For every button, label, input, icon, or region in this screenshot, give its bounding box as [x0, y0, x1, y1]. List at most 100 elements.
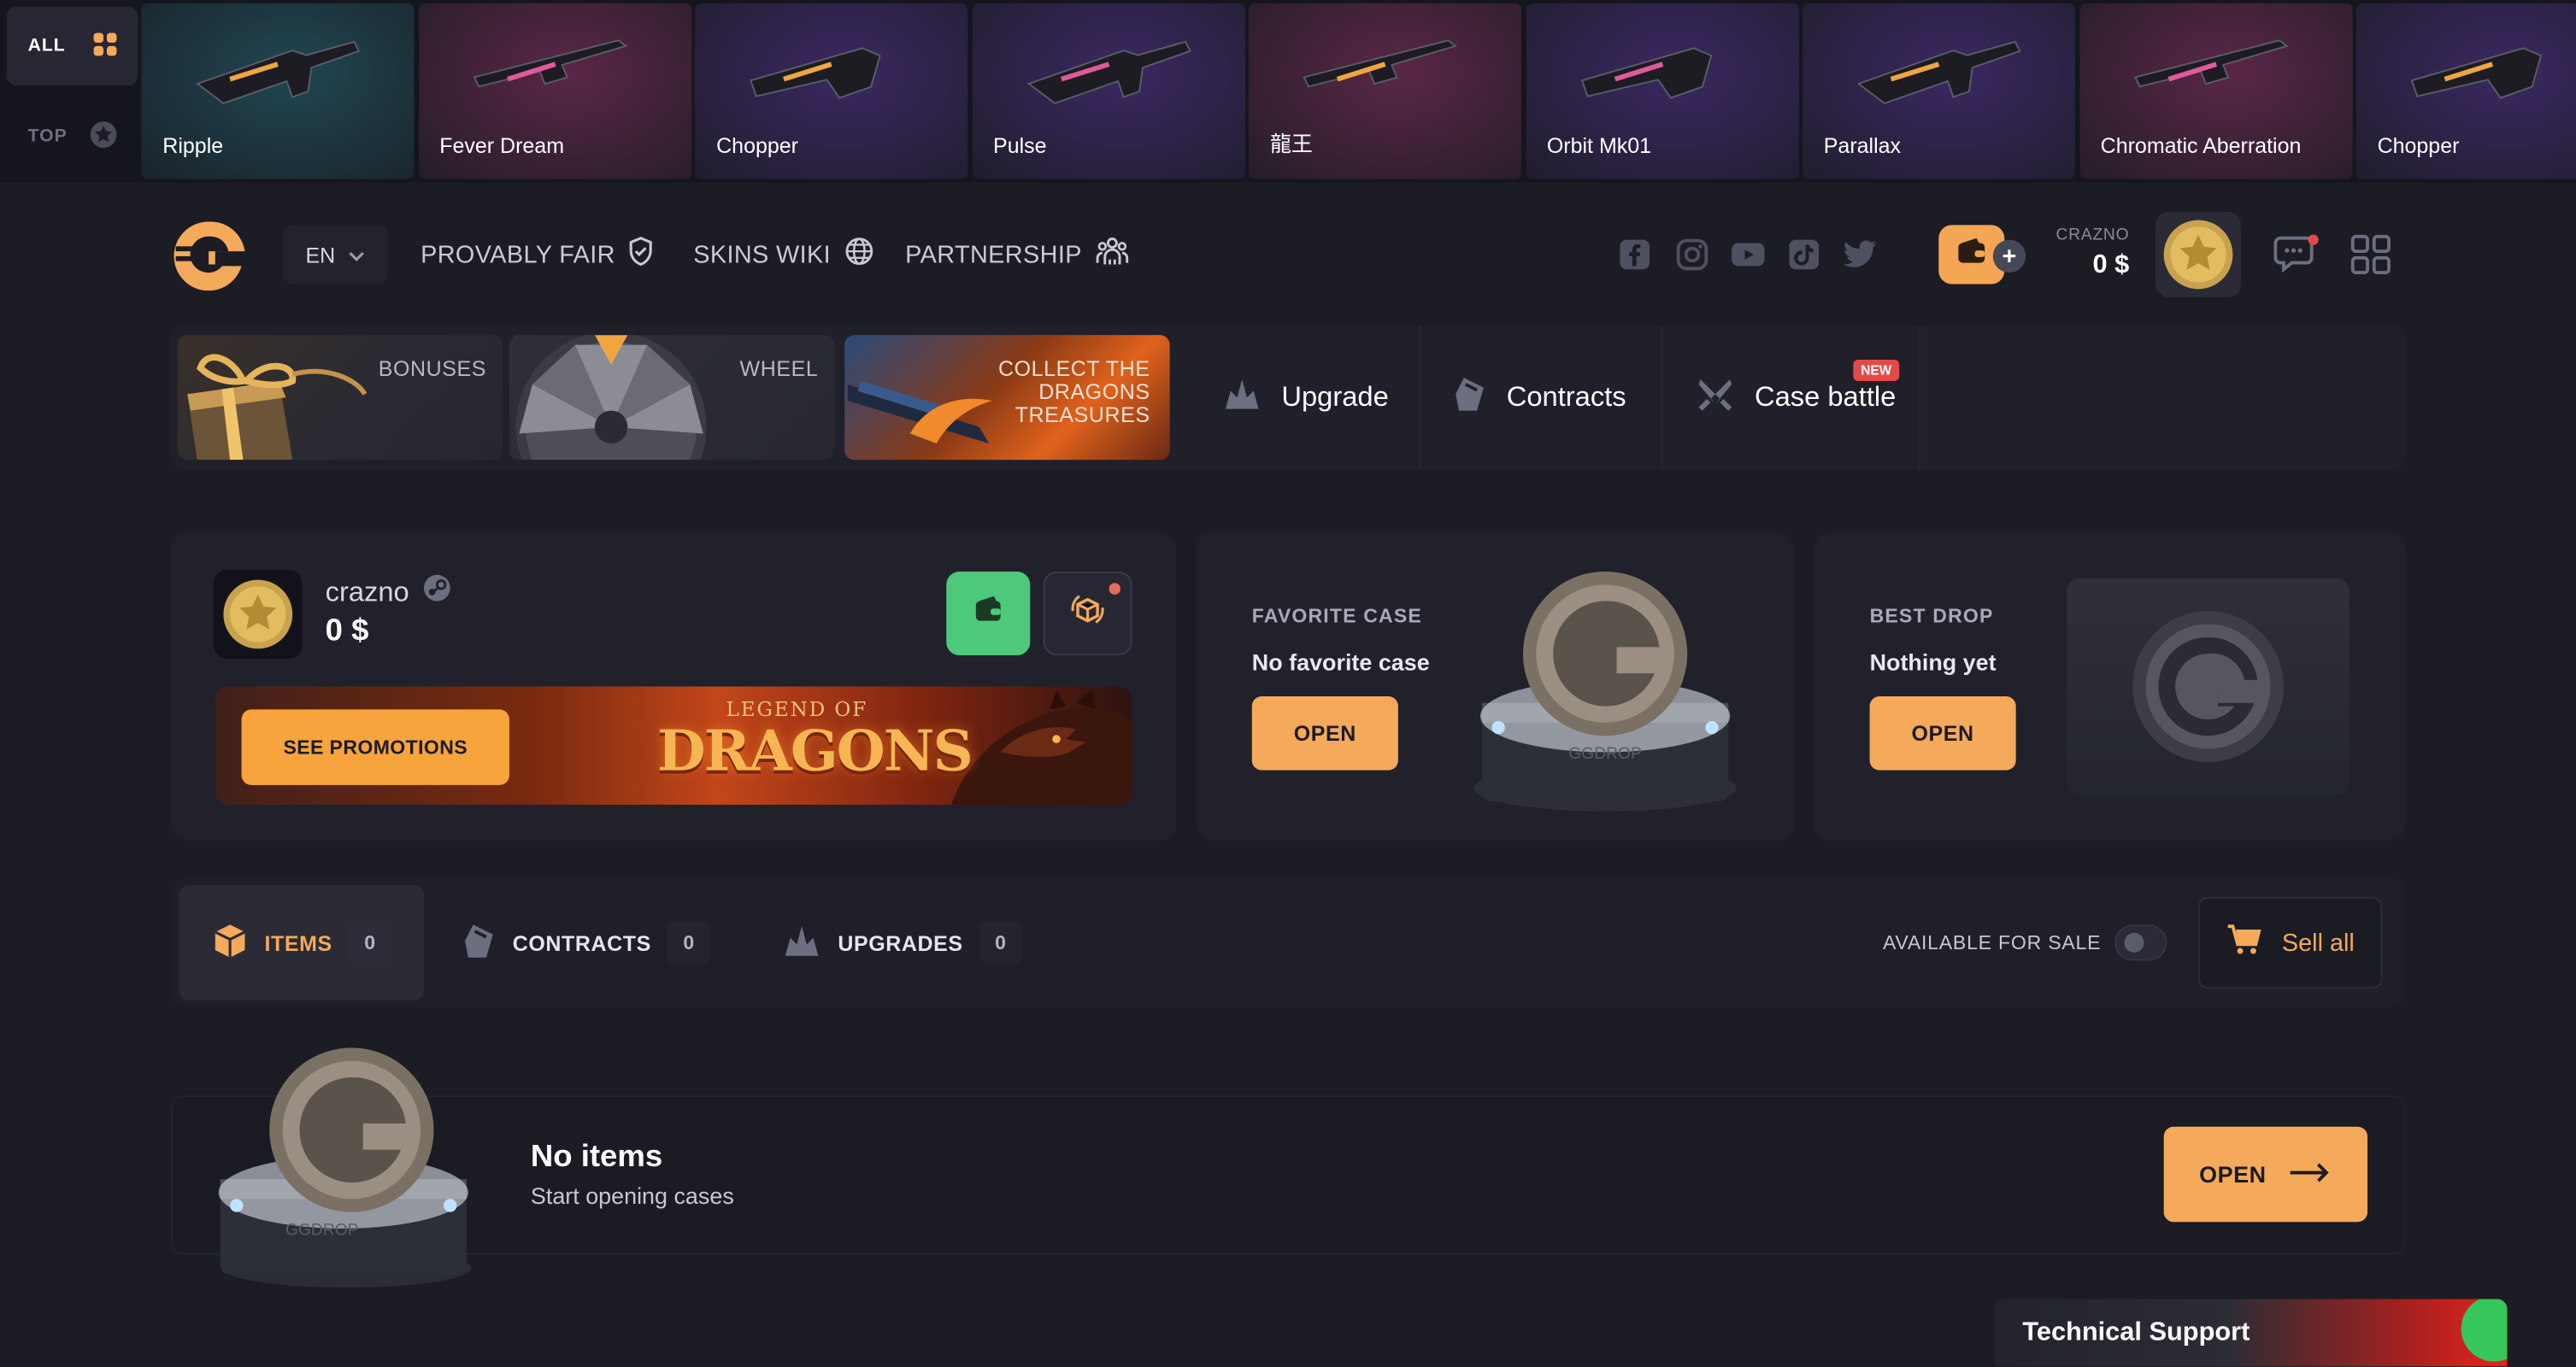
twitter-icon[interactable]: [1840, 235, 1879, 274]
weapon-image: [750, 47, 881, 99]
available-for-sale-toggle[interactable]: [2114, 924, 2167, 961]
nav-partnership-label: PARTNERSHIP: [905, 240, 1082, 269]
live-drop-label: Chromatic Aberration: [2100, 132, 2302, 158]
nav-partnership[interactable]: PARTNERSHIP: [905, 237, 1128, 273]
youtube-icon[interactable]: [1728, 235, 1767, 274]
avatar[interactable]: [2155, 211, 2242, 297]
facebook-icon[interactable]: [1615, 235, 1655, 274]
open-cases-button[interactable]: OPEN: [2163, 1126, 2368, 1223]
technical-support-label: Technical Support: [2022, 1317, 2250, 1346]
available-for-sale-label: AVAILABLE FOR SALE: [1882, 930, 2102, 954]
new-badge: NEW: [1853, 359, 1900, 381]
plus-icon: +: [2002, 242, 2017, 271]
technical-support-button[interactable]: Technical Support: [1994, 1299, 2508, 1367]
live-drop-label: 龍王: [1269, 131, 1313, 156]
open-cases-label: OPEN: [2199, 1161, 2267, 1188]
tab-items-label: ITEMS: [264, 930, 332, 955]
live-drop-item[interactable]: Ripple: [141, 3, 415, 179]
live-drop-label: Orbit Mk01: [1546, 132, 1652, 158]
promo-bonuses[interactable]: BONUSES: [177, 335, 503, 461]
upgrade-icon: [782, 922, 821, 963]
favorite-case-open-button[interactable]: OPEN: [1251, 696, 1398, 771]
mode-top-button[interactable]: TOP: [7, 97, 138, 175]
live-drop-item[interactable]: Pulse: [972, 3, 1245, 179]
see-promotions-button[interactable]: SEE PROMOTIONS: [241, 709, 509, 785]
nav-provably-fair[interactable]: PROVABLY FAIR: [421, 237, 655, 273]
best-drop-open-button[interactable]: OPEN: [1869, 696, 2016, 771]
weapon-image: [2410, 47, 2543, 99]
header-username: CRAZNO: [2056, 226, 2130, 245]
nav-skins-wiki-label: SKINS WIKI: [693, 240, 832, 269]
empty-state-subtitle: Start opening cases: [530, 1182, 734, 1209]
globe-icon: [844, 237, 873, 273]
live-drop-item[interactable]: Parallax: [1802, 3, 2075, 179]
best-drop-value: Nothing yet: [1869, 648, 1997, 676]
favorite-case-value: No favorite case: [1251, 648, 1430, 676]
nav-case-battle[interactable]: Case battle: [1661, 325, 1921, 470]
live-drop-item[interactable]: Chromatic Aberration: [2079, 3, 2352, 179]
tab-contracts[interactable]: CONTRACTS 0: [431, 885, 743, 1000]
upgrade-icon: [1222, 375, 1262, 419]
nav-skins-wiki[interactable]: SKINS WIKI: [693, 237, 873, 273]
best-drop-caption: BEST DROP: [1869, 604, 1994, 628]
banner-title: LEGEND OF DRAGONS: [657, 697, 973, 803]
tab-upgrades-count: 0: [979, 921, 1022, 965]
cart-icon: [2226, 923, 2262, 962]
sell-all-label: Sell all: [2281, 929, 2355, 957]
promo-wheel-label: WHEEL: [739, 356, 819, 381]
nav-contracts[interactable]: Contracts: [1419, 325, 1659, 470]
wheel-icon: [515, 335, 707, 461]
contract-icon: [1454, 373, 1486, 421]
case-refresh-button[interactable]: [1043, 571, 1132, 655]
toggle-knob: [2124, 932, 2144, 953]
promo-bar: BONUSES WHEEL COLLECT THE DRAGONS TREASU…: [170, 325, 2406, 470]
live-drop-item[interactable]: Chopper: [2355, 3, 2576, 179]
shield-check-icon: [628, 237, 655, 273]
weapon-image: [1303, 39, 1458, 88]
weapon-image: [472, 39, 627, 88]
tab-upgrades[interactable]: UPGRADES 0: [750, 885, 1049, 1000]
empty-state: [170, 1095, 2406, 1255]
add-funds-button[interactable]: +: [1992, 239, 2026, 273]
empty-state-title: No items: [530, 1140, 663, 1175]
instagram-icon[interactable]: [1673, 235, 1712, 274]
promo-dragons-label: COLLECT THE DRAGONS TREASURES: [997, 356, 1150, 427]
live-drop-label: Ripple: [162, 132, 224, 158]
tiktok-icon[interactable]: [1785, 235, 1824, 274]
nav-provably-fair-label: PROVABLY FAIR: [421, 240, 615, 269]
notification-dot: [1109, 583, 1121, 595]
nav-upgrade[interactable]: Upgrade: [1190, 326, 1421, 470]
live-drop-item[interactable]: Fever Dream: [418, 3, 691, 179]
steam-icon[interactable]: [422, 573, 452, 611]
mode-all-button[interactable]: ALL: [6, 6, 138, 85]
sell-all-button[interactable]: Sell all: [2198, 896, 2383, 989]
live-drop-item[interactable]: Chopper: [695, 3, 968, 179]
tab-upgrades-label: UPGRADES: [838, 930, 963, 955]
banner-title-small: LEGEND OF: [726, 697, 868, 721]
site-logo[interactable]: [171, 219, 246, 291]
logo-coin-icon: [2132, 611, 2284, 762]
favorite-case-caption: FAVORITE CASE: [1251, 604, 1422, 628]
profile-avatar: [213, 570, 303, 659]
promo-dragons-treasures[interactable]: COLLECT THE DRAGONS TREASURES: [844, 335, 1170, 461]
deposit-button[interactable]: [946, 571, 1031, 655]
profile-balance: 0 $: [325, 613, 369, 649]
arrow-right-icon: [2290, 1161, 2332, 1188]
promo-bonuses-label: BONUSES: [378, 356, 487, 381]
gift-icon: [187, 354, 368, 461]
empty-case-image: GGDROP: [207, 1041, 486, 1288]
chat-icon[interactable]: [2273, 232, 2323, 278]
language-select[interactable]: EN: [282, 225, 388, 285]
apps-grid-icon[interactable]: [2350, 233, 2392, 276]
promo-wheel[interactable]: WHEEL: [509, 335, 835, 461]
header-balance: 0 $: [2092, 251, 2130, 279]
weapon-image: [1026, 40, 1191, 104]
tab-items[interactable]: ITEMS 0: [179, 885, 424, 1000]
mode-all-label: ALL: [27, 36, 66, 56]
live-drops-mode-switch: ALL TOP: [6, 6, 138, 176]
live-drop-item[interactable]: 龍王: [1248, 3, 1522, 179]
language-value: EN: [305, 242, 336, 267]
nav-case-battle-label: Case battle: [1755, 380, 1897, 413]
live-drop-item[interactable]: Orbit Mk01: [1525, 3, 1798, 179]
box-icon: [212, 922, 248, 963]
